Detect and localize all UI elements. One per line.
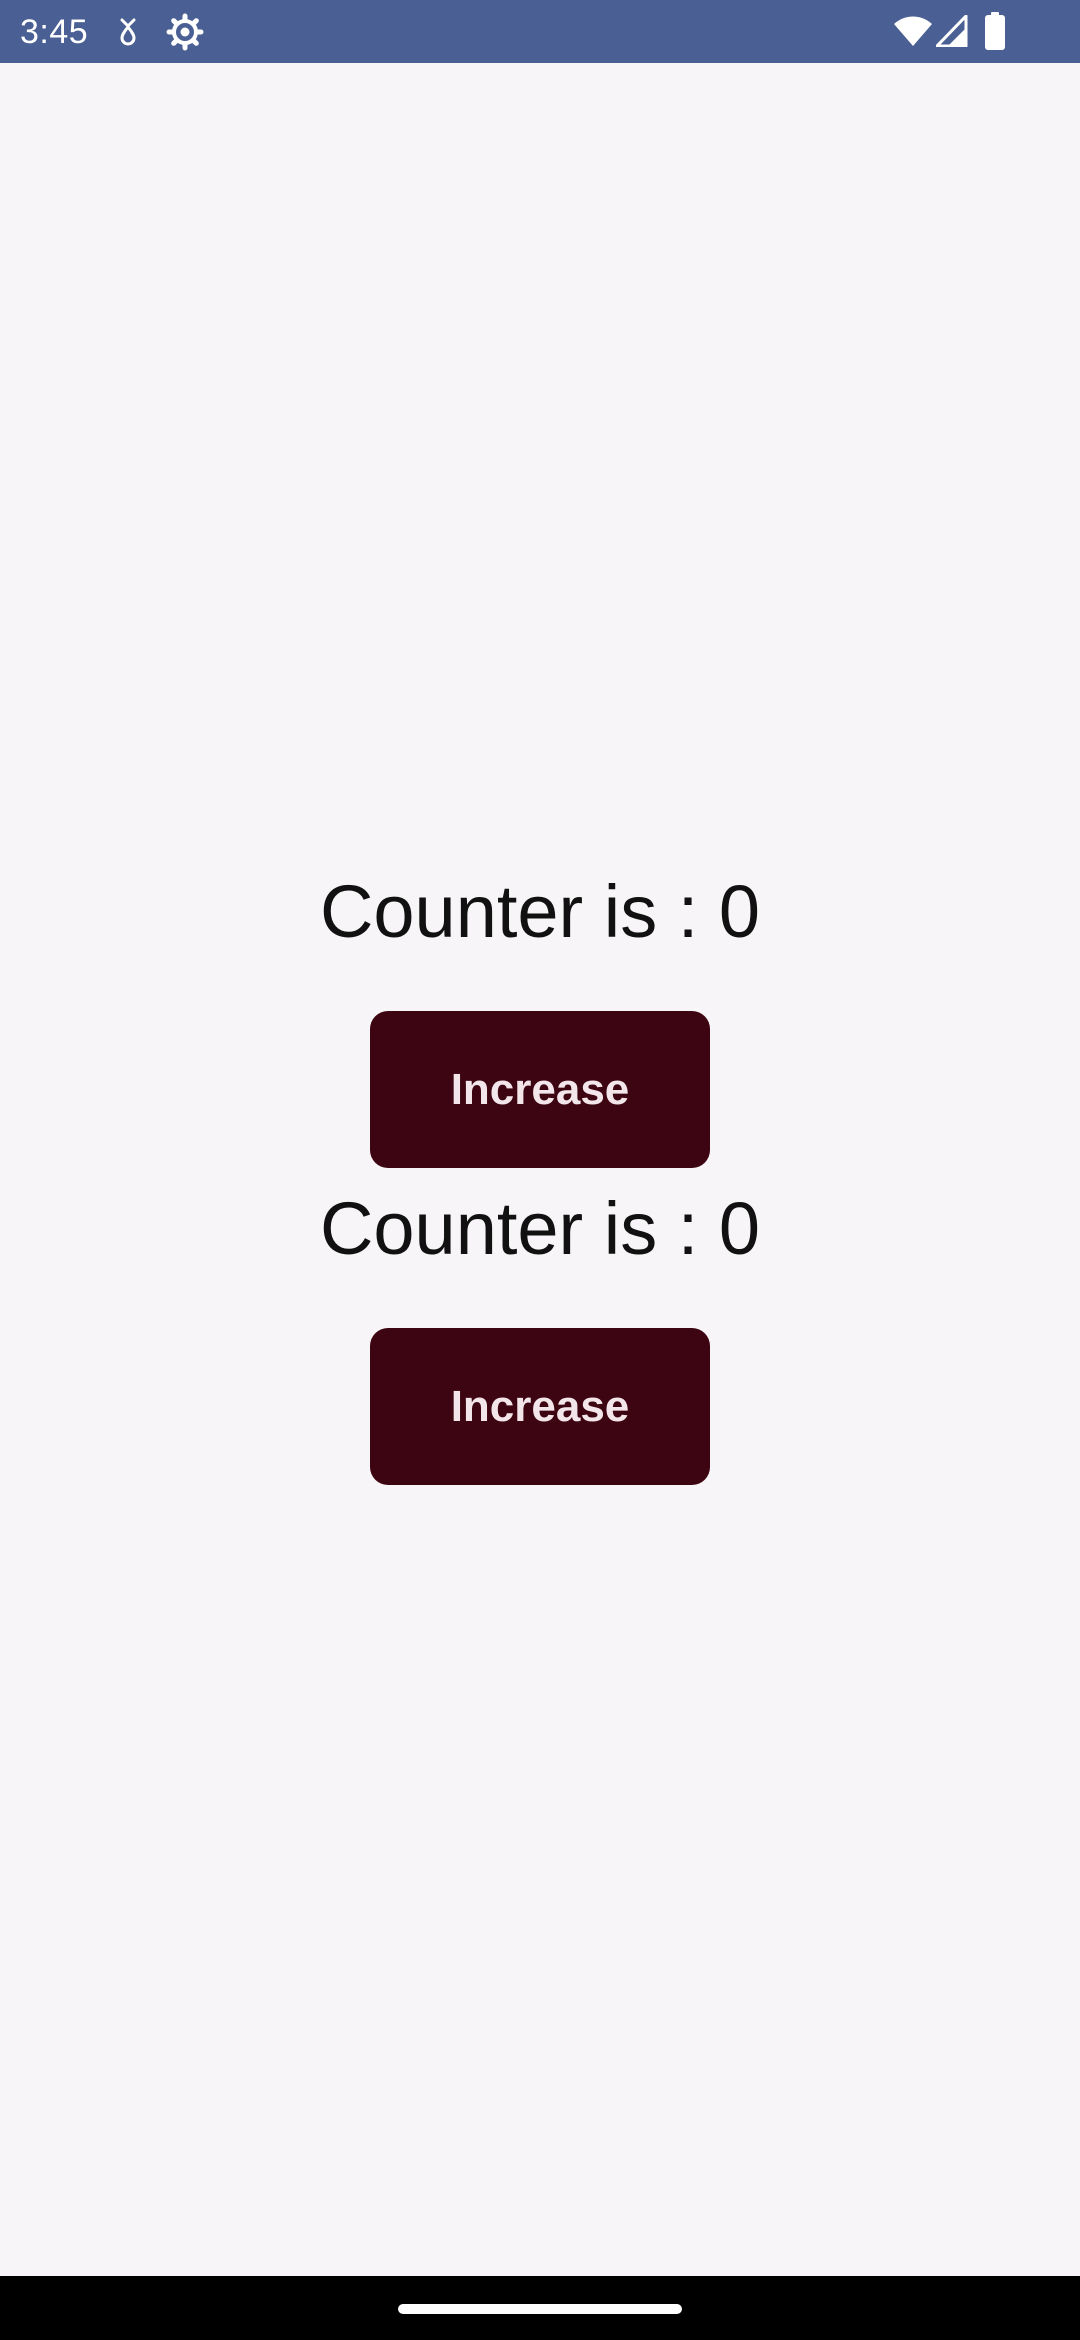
increase-button-1[interactable]: Increase bbox=[370, 1011, 710, 1168]
navigation-bar bbox=[0, 2276, 1080, 2340]
counter-text-2: Counter is : 0 bbox=[319, 1187, 761, 1270]
notification-drop-icon bbox=[120, 18, 136, 46]
counter-text-1: Counter is : 0 bbox=[319, 870, 761, 953]
settings-gear-icon bbox=[166, 13, 204, 51]
status-time: 3:45 bbox=[20, 13, 89, 51]
increase-button-2[interactable]: Increase bbox=[370, 1328, 710, 1485]
home-gesture-handle[interactable] bbox=[398, 2304, 682, 2314]
cellular-signal-icon bbox=[936, 15, 968, 47]
wifi-icon bbox=[894, 16, 932, 46]
battery-icon bbox=[985, 12, 1005, 50]
status-bar: 3:45 bbox=[0, 0, 1080, 63]
counter-screen: Counter is : 0 Increase Counter is : 0 I… bbox=[0, 63, 1080, 2276]
